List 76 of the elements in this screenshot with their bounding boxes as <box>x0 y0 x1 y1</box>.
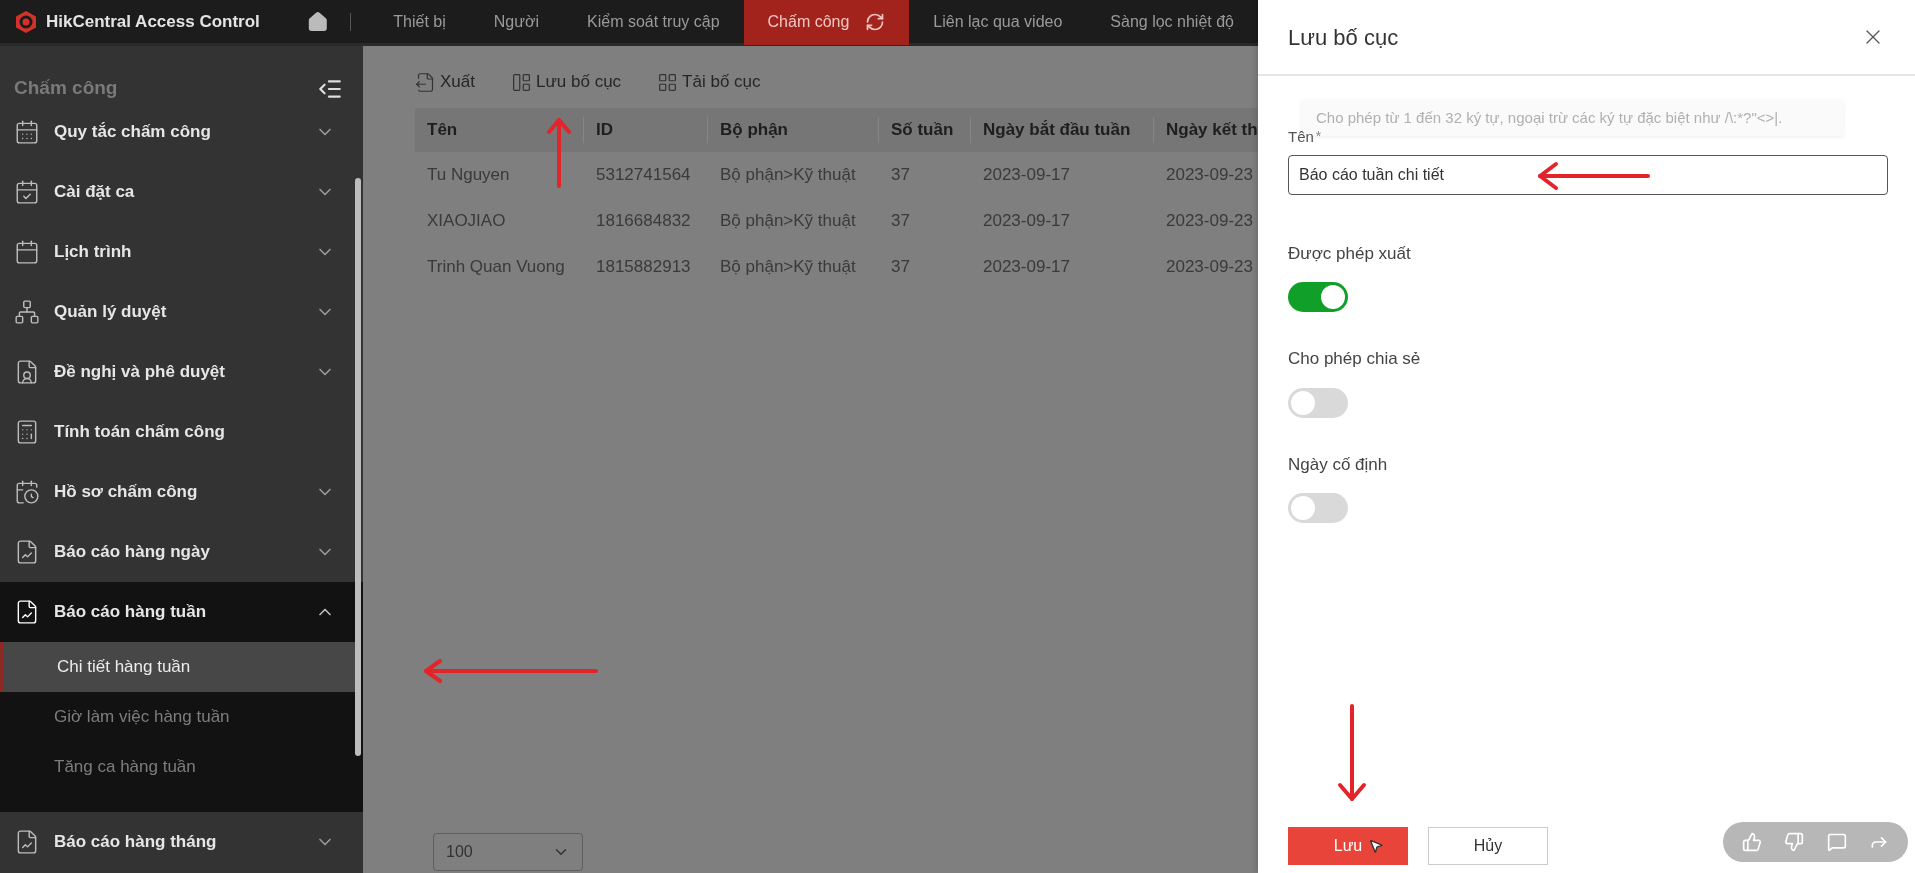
layout-grid-icon <box>657 71 679 93</box>
table-cell-text: Bộ phận>Kỹ thuật <box>719 210 857 233</box>
sidebar-item[interactable]: Hồ sơ chấm công <box>0 462 363 522</box>
table-cell-text: 2023-09-17 <box>982 210 1071 233</box>
table-cell-text: 5312741564 <box>595 164 692 187</box>
table-cell-text: XIAOJIAO <box>426 210 507 233</box>
name-field[interactable]: Báo cáo tuần chi tiết <box>1288 154 1888 195</box>
save-button[interactable]: Lưu <box>1288 827 1408 865</box>
table-cell-text: Bộ phận>Kỹ thuật <box>719 256 857 279</box>
sidebar-item[interactable]: Báo cáo hàng tuần <box>0 582 363 642</box>
sidebar-title: Chấm công <box>14 75 118 100</box>
cancel-button[interactable]: Hủy <box>1428 827 1548 865</box>
app-title: HikCentral Access Control <box>46 10 260 33</box>
column-header: Tên <box>415 117 584 143</box>
calendar-check-icon <box>14 179 40 205</box>
calendar-list-icon <box>14 119 40 145</box>
cursor-icon <box>1368 838 1384 854</box>
column-header: Số tuần <box>879 117 971 143</box>
nav-tab[interactable]: Người <box>469 0 564 45</box>
nav-tab[interactable]: Sàng lọc nhiệt độ <box>1086 0 1258 45</box>
table-cell-text: Trinh Quan Vuong <box>426 256 566 279</box>
toggle-switch[interactable] <box>1288 387 1348 418</box>
toolbar-button[interactable]: Lưu bố cục <box>511 69 622 95</box>
toggle-label: Cho phép chia sẻ <box>1288 348 1422 370</box>
table-cell-text: Bộ phận>Kỹ thuật <box>719 164 857 187</box>
toggle-label: Được phép xuất <box>1288 242 1412 265</box>
thumbs-down-icon[interactable] <box>1784 832 1805 852</box>
thumbs-up-icon[interactable] <box>1742 832 1763 852</box>
sidebar-item[interactable]: Quản lý duyệt <box>0 282 363 342</box>
sidebar-item[interactable]: Cài đặt ca <box>0 162 363 222</box>
table-cell-text: 37 <box>890 164 911 187</box>
layout-icon <box>511 71 532 93</box>
table-cell-text: 2023-09-17 <box>982 256 1071 279</box>
nav-tab[interactable]: Chấm công <box>743 0 910 45</box>
required-mark: * <box>1315 127 1322 146</box>
annotation-arrow <box>546 116 572 188</box>
toolbar-button[interactable]: Xuất <box>415 69 475 95</box>
export-icon <box>415 71 436 93</box>
scrollbar[interactable] <box>355 178 361 756</box>
sidebar-subitem[interactable]: Chi tiết hàng tuần <box>0 642 355 692</box>
logo-icon <box>14 9 38 34</box>
nav-tab[interactable]: Thiết bị <box>369 0 470 45</box>
sidebar-item[interactable]: Đề nghị và phê duyệt <box>0 342 363 402</box>
calendar-clock-icon <box>14 479 40 505</box>
table-cell-text: 1815882913 <box>595 256 692 279</box>
table-cell-text: Tu Nguyen <box>426 164 511 187</box>
hierarchy-icon <box>14 299 40 325</box>
table-cell-text: 2023-09-23 <box>1165 210 1254 233</box>
nav-tab[interactable]: Liên lạc qua video <box>909 0 1087 45</box>
nav-tab[interactable]: Kiểm soát truy cập <box>563 0 744 45</box>
column-header: Bộ phận <box>708 117 879 143</box>
table-cell-text: 37 <box>890 256 911 279</box>
sidebar-subitem[interactable]: Tăng ca hàng tuần <box>0 742 355 792</box>
toggle-label: Ngày cố định <box>1288 453 1389 476</box>
sidebar-item[interactable]: Lịch trình <box>0 222 363 282</box>
sidebar-item[interactable]: Báo cáo hàng ngày <box>0 522 363 582</box>
column-header: Ngày bắt đầu tuần <box>971 117 1154 143</box>
field-label: Tên <box>1288 127 1314 147</box>
table-cell-text: 1816684832 <box>595 210 692 233</box>
refresh-icon[interactable] <box>865 11 886 32</box>
column-header: ID <box>584 117 708 143</box>
home-icon[interactable] <box>306 10 329 33</box>
table-cell-text: 2023-09-23 <box>1165 256 1254 279</box>
dialog-title: Lưu bố cục <box>1288 23 1399 52</box>
table-cell-text: 37 <box>890 210 911 233</box>
toolbar-button[interactable]: Tải bố cục <box>657 69 761 95</box>
toggle-switch[interactable] <box>1288 493 1348 523</box>
sidebar-item[interactable]: Quy tắc chấm công <box>0 102 363 162</box>
toggle-switch[interactable] <box>1288 282 1348 312</box>
comment-icon[interactable] <box>1826 832 1847 852</box>
sidebar-item[interactable]: Tính toán chấm công <box>0 402 363 462</box>
calendar-icon <box>14 239 40 265</box>
table-cell-text: 2023-09-23 <box>1165 164 1254 187</box>
sidebar-subitem[interactable]: Giờ làm việc hàng tuần <box>0 692 355 742</box>
sidebar-item[interactable]: Báo cáo hàng tháng <box>0 812 363 872</box>
table-cell-text: 2023-09-17 <box>982 164 1071 187</box>
